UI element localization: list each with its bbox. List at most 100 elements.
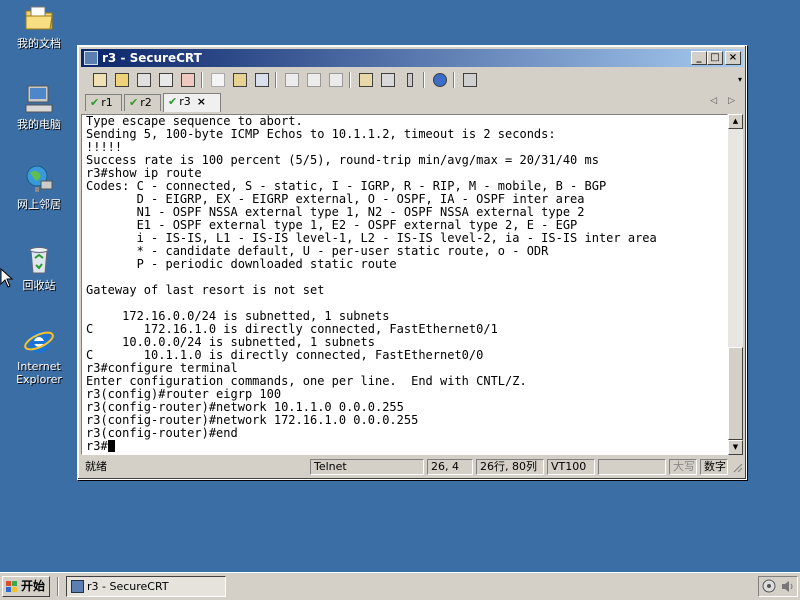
tab-label: r1 <box>101 96 113 109</box>
desktop-icon-my-documents[interactable]: 我的文档 <box>8 2 70 50</box>
terminal-line: r3#configure terminal <box>86 361 238 375</box>
securecrt-task-icon <box>71 580 84 593</box>
window-title: r3 - SecureCRT <box>102 51 202 65</box>
terminal-line: Sending 5, 100-byte ICMP Echos to 10.1.1… <box>86 127 556 141</box>
terminal-line: P - periodic downloaded static route <box>136 257 397 271</box>
copy-icon[interactable] <box>209 71 227 89</box>
desktop-icon-network-places[interactable]: 网上邻居 <box>8 163 70 211</box>
tab-close-icon[interactable]: × <box>197 95 206 108</box>
reconnect-icon[interactable] <box>157 71 175 89</box>
tray-network-icon[interactable] <box>762 579 777 594</box>
status-caps: 大写 <box>669 459 697 475</box>
tab-r1[interactable]: ✔ r1 <box>85 94 122 111</box>
resize-grip-icon[interactable] <box>731 461 743 473</box>
task-label: r3 - SecureCRT <box>87 580 169 593</box>
window-titlebar[interactable]: r3 - SecureCRT _ □ × <box>81 49 743 67</box>
find-icon[interactable] <box>253 71 271 89</box>
desktop-icon-label: 我的文档 <box>17 37 61 50</box>
internet-explorer-icon <box>23 325 55 357</box>
terminal-line: N1 - OSPF NSSA external type 1, N2 - OSP… <box>136 205 585 219</box>
folder-documents-icon <box>23 2 55 34</box>
global-options-icon[interactable] <box>379 71 397 89</box>
tab-prev-icon[interactable]: ◁ <box>710 96 717 106</box>
terminal-text: Type escape sequence to abort. Sending 5… <box>86 115 657 453</box>
status-size: 26行, 80列 <box>476 459 544 475</box>
connected-check-icon: ✔ <box>90 96 100 109</box>
disconnect-icon[interactable] <box>179 71 197 89</box>
recycle-bin-icon <box>23 244 55 276</box>
terminal-line: Type escape sequence to abort. <box>86 114 303 128</box>
keymap-icon[interactable] <box>401 71 419 89</box>
terminal-line: C 10.1.1.0 is directly connected, FastEt… <box>86 348 484 362</box>
tab-label: r2 <box>140 96 152 109</box>
terminal-line: r3#show ip route <box>86 166 202 180</box>
status-ready: 就绪 <box>85 460 107 473</box>
toolbar-separator <box>349 72 351 88</box>
start-button[interactable]: 开始 <box>2 576 50 597</box>
terminal-line: !!!!! <box>86 140 123 154</box>
desktop-icon-recycle-bin[interactable]: 回收站 <box>8 244 70 292</box>
tab-r3[interactable]: ✔ r3 × <box>163 93 221 112</box>
desktop-icon-label: 回收站 <box>22 279 56 292</box>
status-cursor-pos: 26, 4 <box>427 459 473 475</box>
paste-icon[interactable] <box>231 71 249 89</box>
toolbar-separator <box>453 72 455 88</box>
vertical-scrollbar[interactable]: ▲ ▼ <box>728 114 743 455</box>
statusbar: 就绪 Telnet 26, 4 26行, 80列 VT100 大写 数字 <box>81 458 743 476</box>
terminal-line: r3(config-router)#network 172.16.1.0 0.0… <box>86 413 419 427</box>
terminal-line: * - candidate default, U - per-user stat… <box>136 244 549 258</box>
terminal-output[interactable]: Type escape sequence to abort. Sending 5… <box>81 114 728 455</box>
connect-icon[interactable] <box>91 71 109 89</box>
toolbar-separator <box>423 72 425 88</box>
terminal-line: r3(config-router)#end <box>86 426 238 440</box>
text-cursor <box>107 440 115 452</box>
tab-label: r3 <box>179 95 191 108</box>
securecrt-window: r3 - SecureCRT _ □ × ▾ ✔ r1 ✔ r2 ✔ r3 × … <box>77 45 747 480</box>
close-button[interactable]: × <box>725 51 741 65</box>
start-label: 开始 <box>21 579 46 593</box>
help-icon[interactable] <box>431 71 449 89</box>
tray-volume-icon[interactable] <box>780 579 795 594</box>
status-num: 数字 <box>700 459 728 475</box>
desktop-icon-label: 我的电脑 <box>17 118 61 131</box>
status-empty <box>598 459 666 475</box>
scroll-thumb[interactable] <box>728 347 743 440</box>
toolbar-separator <box>275 72 277 88</box>
print-selection-icon[interactable] <box>305 71 323 89</box>
tab-next-icon[interactable]: ▷ <box>728 96 735 106</box>
terminal-line: 172.16.0.0/24 is subnetted, 1 subnets <box>122 309 390 323</box>
task-button-securecrt[interactable]: r3 - SecureCRT <box>66 576 226 597</box>
toolbar-overflow-icon[interactable]: ▾ <box>738 75 742 84</box>
sftp-icon[interactable] <box>461 71 479 89</box>
terminal-line: 10.0.0.0/24 is subnetted, 1 subnets <box>122 335 375 349</box>
terminal-line: Gateway of last resort is not set <box>86 283 325 297</box>
mouse-pointer-icon <box>0 268 14 288</box>
scroll-up-icon[interactable]: ▲ <box>728 114 743 129</box>
network-places-icon <box>23 163 55 195</box>
desktop-icon-label: Internet Explorer <box>16 360 62 386</box>
terminal-line: D - EIGRP, EX - EIGRP external, O - OSPF… <box>136 192 585 206</box>
terminal-line: C 172.16.1.0 is directly connected, Fast… <box>86 322 498 336</box>
terminal-line: Success rate is 100 percent (5/5), round… <box>86 153 599 167</box>
toolbar-separator <box>201 72 203 88</box>
terminal-line: r3(config-router)#network 10.1.1.0 0.0.0… <box>86 400 404 414</box>
session-options-icon[interactable] <box>357 71 375 89</box>
taskbar-separator <box>57 577 59 596</box>
quick-connect-icon[interactable] <box>113 71 131 89</box>
connect-tab-icon[interactable] <box>135 71 153 89</box>
tab-r2[interactable]: ✔ r2 <box>124 94 161 111</box>
minimize-button[interactable]: _ <box>691 51 707 65</box>
maximize-button[interactable]: □ <box>707 51 723 65</box>
terminal-line: i - IS-IS, L1 - IS-IS level-1, L2 - IS-I… <box>136 231 657 245</box>
status-emulation: VT100 <box>547 459 595 475</box>
print-icon[interactable] <box>283 71 301 89</box>
connected-check-icon: ✔ <box>129 96 139 109</box>
desktop-icon-internet-explorer[interactable]: Internet Explorer <box>8 325 70 386</box>
scroll-down-icon[interactable]: ▼ <box>728 440 743 455</box>
print-setup-icon[interactable] <box>327 71 345 89</box>
desktop-icon-label: 网上邻居 <box>17 198 61 211</box>
windows-flag-icon <box>6 581 17 592</box>
session-tabs: ✔ r1 ✔ r2 ✔ r3 × ◁ ▷ <box>81 93 743 112</box>
desktop-icon-my-computer[interactable]: 我的电脑 <box>8 83 70 131</box>
system-tray <box>758 576 798 597</box>
